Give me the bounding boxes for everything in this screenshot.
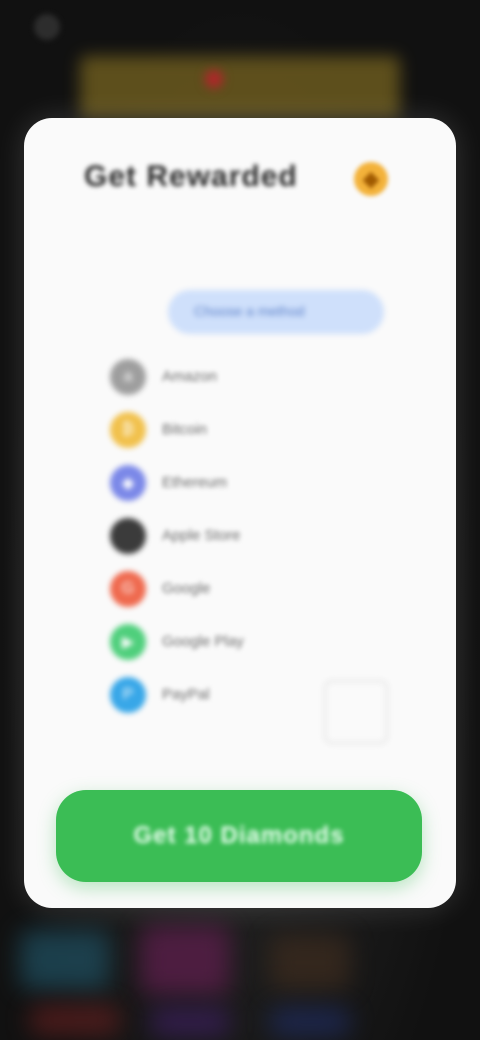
paypal-icon: P <box>110 676 146 713</box>
method-label: Google Play <box>162 633 244 650</box>
method-label: Apple Store <box>162 527 241 544</box>
top-banner <box>80 56 400 118</box>
claim-reward-label: Get 10 Diamonds <box>133 822 345 849</box>
method-item[interactable]: ◆ Ethereum <box>110 456 410 509</box>
amazon-icon: a <box>110 358 146 395</box>
method-item[interactable]: ▶ Google Play <box>110 615 410 668</box>
method-item[interactable]: Apple Store <box>110 509 410 562</box>
reward-dialog: Get Rewarded ◆ Choose a method a Amazon ₿ B… <box>24 118 456 908</box>
google-play-icon: ▶ <box>110 623 146 660</box>
method-chooser[interactable]: Choose a method <box>168 290 384 334</box>
background-tile <box>270 935 350 990</box>
back-icon <box>34 14 60 40</box>
method-item[interactable]: G Google <box>110 562 410 615</box>
google-icon: G <box>110 570 146 607</box>
background-tile <box>140 925 230 995</box>
method-chooser-label: Choose a method <box>194 303 305 319</box>
claim-reward-button[interactable]: Get 10 Diamonds <box>56 790 422 882</box>
dialog-title: Get Rewarded <box>84 160 298 193</box>
method-list: a Amazon ₿ Bitcoin ◆ Ethereum Apple Store G Goog… <box>110 350 410 721</box>
method-label: Ethereum <box>162 474 228 491</box>
diamond-emoji-icon: ◆ <box>354 162 388 196</box>
apple-icon <box>110 517 146 554</box>
watermark-icon <box>324 680 388 744</box>
background-tile <box>20 930 110 990</box>
background-tile <box>30 1005 120 1035</box>
banner-badge <box>205 70 223 88</box>
method-label: Bitcoin <box>162 421 208 438</box>
method-item[interactable]: a Amazon <box>110 350 410 403</box>
background-tile <box>150 1008 230 1036</box>
method-label: PayPal <box>162 686 210 703</box>
background-tile <box>270 1008 350 1036</box>
method-item[interactable]: ₿ Bitcoin <box>110 403 410 456</box>
method-label: Google <box>162 580 211 597</box>
ethereum-icon: ◆ <box>110 464 146 501</box>
bitcoin-icon: ₿ <box>110 411 146 448</box>
method-label: Amazon <box>162 368 218 385</box>
